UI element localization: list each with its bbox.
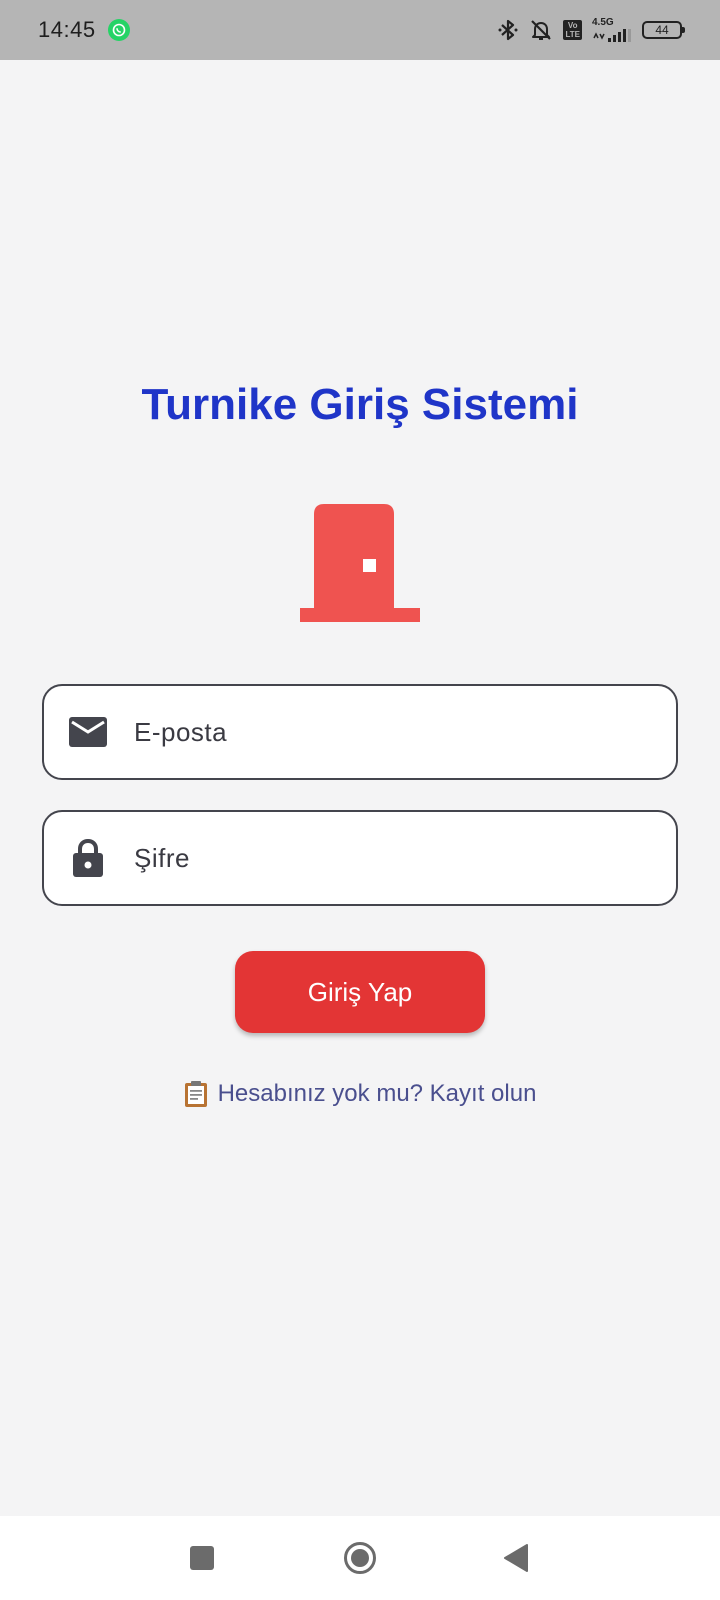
volte-icon: Vo LTE: [563, 20, 582, 40]
bell-off-icon: [529, 18, 553, 42]
status-left: 14:45: [38, 17, 130, 43]
email-input[interactable]: [132, 701, 676, 763]
status-right: Vo LTE 4.5G 44: [497, 18, 685, 42]
mail-icon: [66, 710, 110, 754]
square-icon: [190, 1546, 214, 1570]
status-time: 14:45: [38, 17, 96, 42]
signal-icon: 4.5G: [592, 18, 632, 42]
register-link-text[interactable]: Hesabınız yok mu? Kayıt olun: [218, 1080, 537, 1108]
recents-button[interactable]: [172, 1528, 232, 1588]
bluetooth-icon: [497, 18, 519, 42]
navigation-bar: [0, 1516, 720, 1600]
network-type-label: 4.5G: [592, 17, 614, 28]
lock-icon: [66, 836, 110, 880]
login-button[interactable]: Giriş Yap: [235, 951, 485, 1033]
battery-icon: 44: [642, 21, 685, 39]
page-title: Turnike Giriş Sistemi: [141, 380, 579, 429]
whatsapp-icon: [107, 19, 130, 41]
home-button[interactable]: [330, 1528, 390, 1588]
door-icon: [300, 504, 420, 622]
password-input[interactable]: [132, 827, 676, 889]
back-triangle-icon: [504, 1544, 528, 1572]
register-link[interactable]: Hesabınız yok mu? Kayıt olun: [0, 1080, 720, 1108]
clipboard-icon: [184, 1081, 207, 1107]
battery-level: 44: [655, 23, 669, 37]
status-bar: 14:45 Vo LTE 4.5G 44: [0, 0, 720, 60]
back-button[interactable]: [486, 1528, 546, 1588]
password-field[interactable]: [42, 810, 678, 906]
circle-icon: [344, 1542, 376, 1574]
email-field[interactable]: [42, 684, 678, 780]
